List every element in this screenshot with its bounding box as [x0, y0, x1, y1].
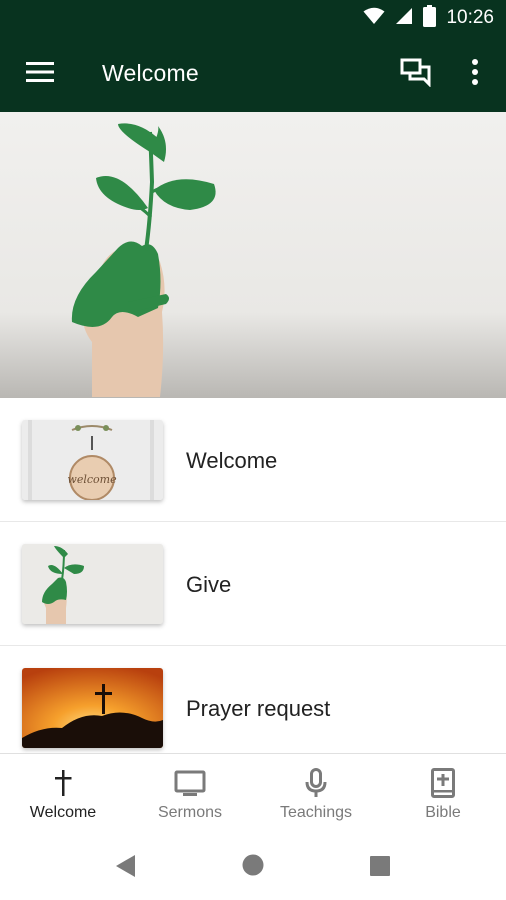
list-item-welcome[interactable]: welcome Welcome: [0, 398, 506, 522]
list-item-label: Give: [186, 572, 232, 597]
microphone-icon: [299, 768, 333, 798]
nav-label: Sermons: [157, 804, 223, 821]
svg-text:welcome: welcome: [67, 473, 117, 486]
status-icons: 10:26: [363, 4, 494, 32]
back-icon[interactable]: [115, 854, 137, 883]
home-icon[interactable]: [242, 854, 264, 881]
list-item-give[interactable]: Give: [0, 522, 506, 646]
more-vertical-icon: [471, 58, 479, 90]
content-list: welcome Welcome Give Prayer request: [0, 398, 506, 753]
menu-button[interactable]: [20, 56, 60, 92]
list-item-label: Prayer request: [186, 696, 331, 721]
battery-icon: [423, 4, 437, 32]
prayer-request-thumbnail: [22, 668, 163, 748]
system-navigation-bar: [0, 837, 506, 900]
tv-icon: [173, 768, 207, 798]
cell-signal-icon: [395, 7, 413, 30]
chat-bubbles-icon: [400, 57, 432, 92]
wifi-icon: [363, 7, 385, 30]
nav-label: Bible: [425, 804, 461, 821]
nav-tab-bible[interactable]: Bible: [380, 754, 506, 838]
nav-tab-sermons[interactable]: Sermons: [127, 754, 253, 838]
bottom-navigation: Welcome Sermons Teachings Bible: [0, 753, 506, 837]
hamburger-menu-icon: [26, 61, 54, 88]
list-item-label: Welcome: [186, 448, 278, 473]
cross-icon: [46, 768, 80, 798]
nav-label: Welcome: [29, 804, 97, 821]
more-options-button[interactable]: [456, 54, 494, 94]
nav-label: Teachings: [279, 804, 353, 821]
bible-icon: [426, 768, 460, 798]
page-title: Welcome: [102, 60, 199, 86]
give-thumbnail: [22, 544, 163, 624]
status-bar: 10:26: [0, 0, 506, 36]
status-time: 10:26: [446, 7, 494, 28]
hero-image: [0, 112, 506, 398]
app-toolbar: Welcome: [0, 36, 506, 112]
recents-icon[interactable]: [369, 855, 391, 882]
list-item-prayer-request[interactable]: Prayer request: [0, 646, 506, 753]
chat-button[interactable]: [394, 54, 438, 94]
hand-plant-illustration: [71, 123, 216, 397]
nav-tab-teachings[interactable]: Teachings: [253, 754, 379, 838]
welcome-thumbnail: welcome: [22, 420, 163, 500]
nav-tab-welcome[interactable]: Welcome: [0, 754, 126, 838]
